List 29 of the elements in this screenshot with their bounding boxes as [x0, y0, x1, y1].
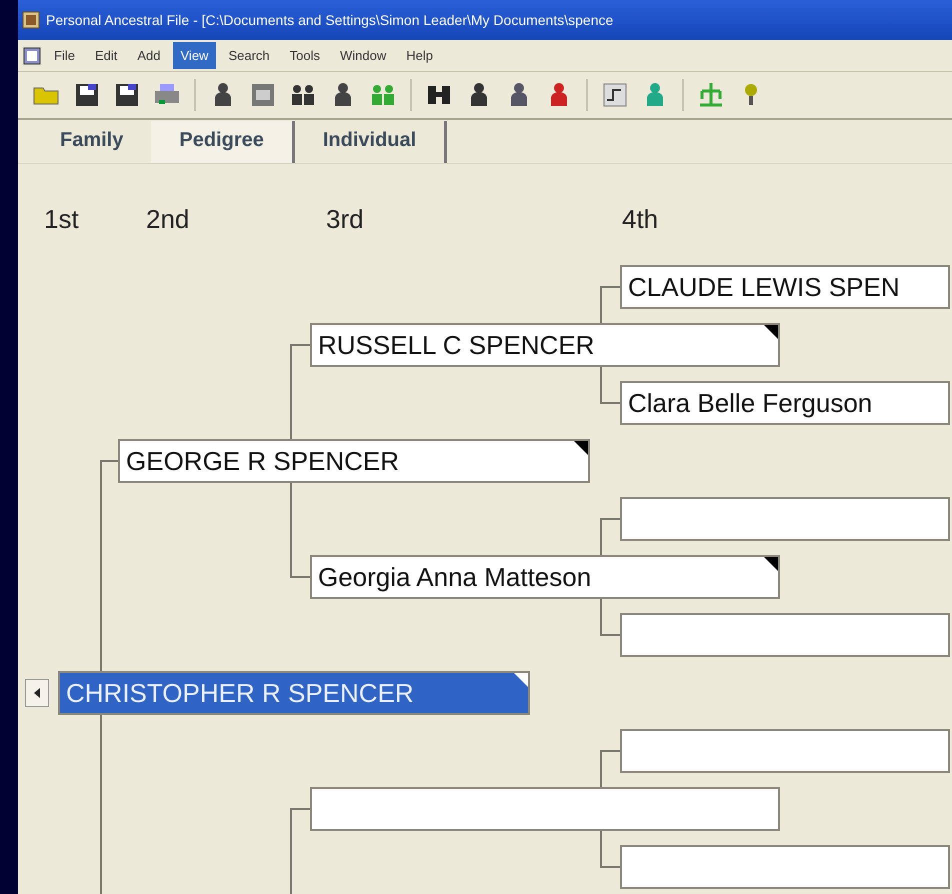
- person-box[interactable]: RUSSELL C SPENCER: [310, 323, 780, 367]
- menu-item[interactable]: Search: [220, 42, 278, 70]
- generation-header: 4th: [622, 203, 658, 236]
- person-box[interactable]: Georgia Anna Matteson: [310, 555, 780, 599]
- generation-header: 1st: [44, 203, 79, 236]
- menu-item[interactable]: Help: [398, 42, 442, 70]
- person-box[interactable]: CLAUDE LEWIS SPEN: [620, 265, 950, 309]
- scroll-left-button[interactable]: [25, 679, 49, 707]
- menu-item[interactable]: Edit: [86, 42, 126, 70]
- menu-item[interactable]: Add: [129, 42, 168, 70]
- generation-header: 3rd: [326, 203, 364, 236]
- person-box[interactable]: CHRISTOPHER R SPENCER: [58, 671, 530, 715]
- app-icon: [22, 11, 40, 29]
- empty-person-box[interactable]: [620, 729, 950, 773]
- empty-person-box[interactable]: [620, 613, 950, 657]
- person-box[interactable]: GEORGE R SPENCER: [118, 439, 590, 483]
- document-icon: [22, 46, 42, 66]
- window-title: Personal Ancestral File - [C:\Documents and Settings\Simon Leader\My Documents\spence: [46, 10, 614, 30]
- menu-item[interactable]: File: [46, 42, 83, 70]
- empty-person-box[interactable]: [620, 845, 950, 889]
- left-arrow-icon: [32, 686, 42, 699]
- empty-person-box[interactable]: [310, 787, 780, 831]
- tab[interactable]: Pedigree: [151, 121, 295, 163]
- generation-header: 2nd: [146, 203, 190, 236]
- empty-person-box[interactable]: [620, 497, 950, 541]
- menu-item[interactable]: View: [172, 42, 216, 70]
- menu-item[interactable]: Window: [332, 42, 394, 70]
- menu-item[interactable]: Tools: [282, 42, 328, 70]
- person-box[interactable]: Clara Belle Ferguson: [620, 381, 950, 425]
